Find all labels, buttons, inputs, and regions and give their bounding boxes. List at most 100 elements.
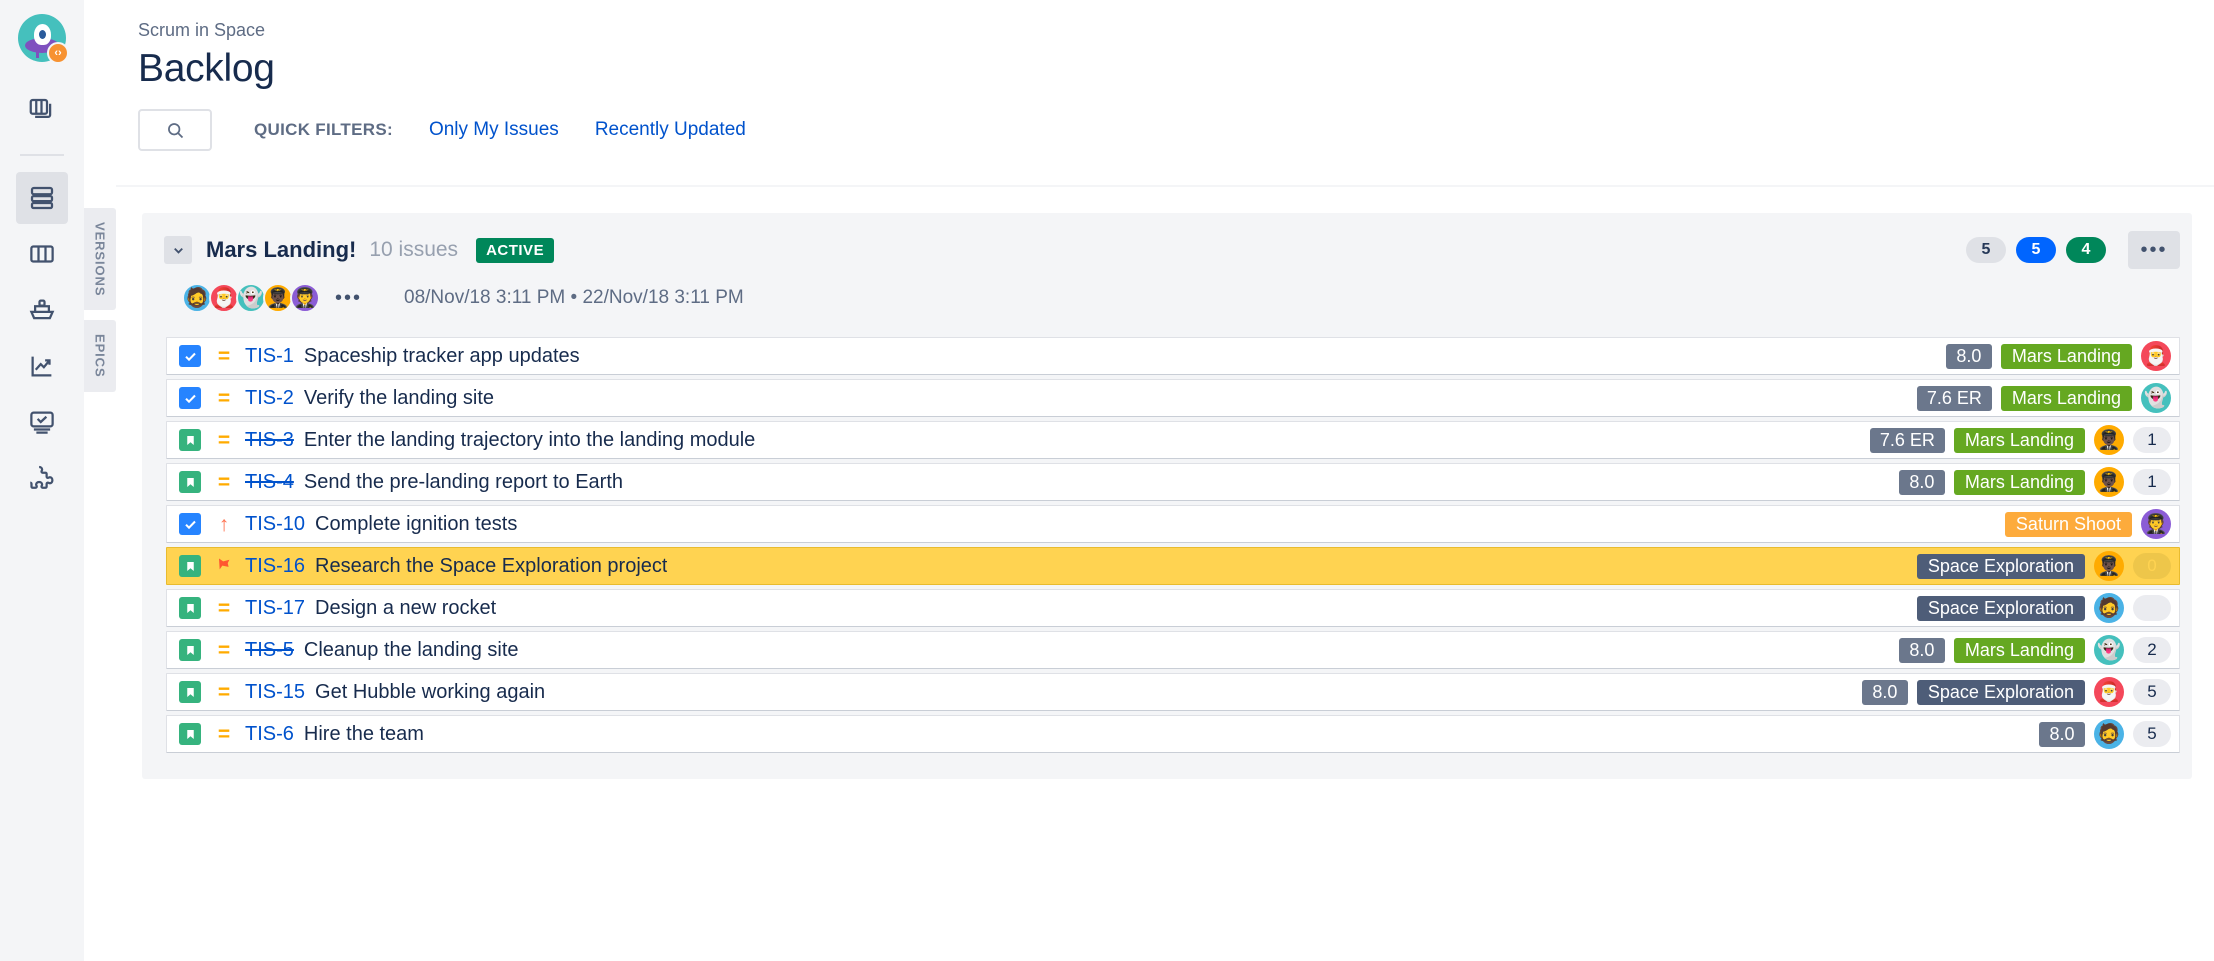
issue-row[interactable]: =TIS-6Hire the team8.0🧔5 bbox=[166, 715, 2180, 753]
issue-count-badge[interactable]: 0 bbox=[2133, 553, 2171, 579]
estimate-badge[interactable]: 8.0 bbox=[1862, 680, 1908, 705]
quick-filter-recently-updated[interactable]: Recently Updated bbox=[595, 119, 746, 141]
issue-key[interactable]: TIS-2 bbox=[245, 387, 294, 410]
scrum-in-space-logo[interactable]: ‹› bbox=[18, 14, 66, 62]
priority-indicator: = bbox=[213, 346, 235, 367]
issue-key[interactable]: TIS-15 bbox=[245, 681, 305, 704]
issue-row[interactable]: =TIS-17Design a new rocketSpace Explorat… bbox=[166, 589, 2180, 627]
logo-ufo-leg bbox=[36, 51, 39, 58]
epic-tag[interactable]: Mars Landing bbox=[1954, 428, 2085, 453]
pill-done[interactable]: 4 bbox=[2066, 237, 2106, 263]
releases-icon[interactable] bbox=[16, 284, 68, 336]
priority-indicator: = bbox=[213, 388, 235, 409]
estimate-badge[interactable]: 8.0 bbox=[2039, 722, 2085, 747]
sprint-actions-button[interactable]: ••• bbox=[2128, 231, 2180, 269]
story-bookmark-icon bbox=[179, 429, 201, 451]
priority-indicator: = bbox=[213, 640, 235, 661]
reports-icon[interactable] bbox=[16, 340, 68, 392]
estimate-badge[interactable]: 8.0 bbox=[1899, 470, 1945, 495]
quick-filters-label: QUICK FILTERS: bbox=[254, 120, 393, 140]
story-bookmark-icon bbox=[179, 597, 201, 619]
issue-key[interactable]: TIS-16 bbox=[245, 555, 305, 578]
issue-key[interactable]: TIS-6 bbox=[245, 723, 294, 746]
epic-tag[interactable]: Mars Landing bbox=[1954, 470, 2085, 495]
epic-tag[interactable]: Saturn Shoot bbox=[2005, 512, 2132, 537]
priority-medium-icon: = bbox=[218, 388, 230, 409]
issue-count-badge[interactable]: 2 bbox=[2133, 637, 2171, 663]
assignee-avatar[interactable]: 👻 bbox=[2141, 383, 2171, 413]
issue-row-meta: Saturn Shoot 🧑‍✈️ bbox=[1989, 509, 2171, 539]
priority-indicator bbox=[213, 556, 235, 576]
epic-tag[interactable]: Space Exploration bbox=[1917, 596, 2085, 621]
sprint-name: Mars Landing! bbox=[206, 237, 356, 263]
estimate-badge[interactable]: 8.0 bbox=[1946, 344, 1992, 369]
avatar[interactable]: 🧑‍✈️ bbox=[290, 283, 320, 313]
chevron-down-icon bbox=[171, 243, 186, 258]
avatar[interactable]: 🧔 bbox=[182, 283, 212, 313]
issue-key[interactable]: TIS-10 bbox=[245, 513, 305, 536]
assignee-avatar[interactable]: 🧔 bbox=[2094, 593, 2124, 623]
issue-count-badge[interactable]: 1 bbox=[2133, 427, 2171, 453]
issue-row[interactable]: TIS-16 Research the Space Exploration pro… bbox=[166, 547, 2180, 585]
issue-key[interactable]: TIS-17 bbox=[245, 597, 305, 620]
boards-icon[interactable] bbox=[16, 84, 68, 136]
issue-summary: Complete ignition tests bbox=[315, 513, 517, 536]
main-column: Scrum in Space Backlog QUICK FILTERS: On… bbox=[116, 0, 2214, 961]
issue-count-badge[interactable]: 5 bbox=[2133, 721, 2171, 747]
assignee-avatar[interactable]: 🎅 bbox=[2094, 677, 2124, 707]
issues-icon[interactable] bbox=[16, 396, 68, 448]
assignee-avatar[interactable]: 🧑‍✈️ bbox=[2141, 509, 2171, 539]
issue-key[interactable]: TIS-4 bbox=[245, 471, 294, 494]
assignee-avatar[interactable]: 👻 bbox=[2094, 635, 2124, 665]
issue-count-badge[interactable]: 0 bbox=[2133, 595, 2171, 621]
priority-medium-icon: = bbox=[218, 724, 230, 745]
pill-todo[interactable]: 5 bbox=[1966, 237, 2006, 263]
assignee-avatar[interactable]: 👨🏿‍✈️ bbox=[2094, 467, 2124, 497]
pill-in-progress[interactable]: 5 bbox=[2016, 237, 2056, 263]
tab-versions[interactable]: VERSIONS bbox=[84, 208, 116, 310]
quick-filter-only-my-issues[interactable]: Only My Issues bbox=[429, 119, 559, 141]
avatar[interactable]: 👻 bbox=[236, 283, 266, 313]
backlog-icon[interactable] bbox=[16, 172, 68, 224]
issue-row[interactable]: =TIS-2Verify the landing site7.6 ERMars … bbox=[166, 379, 2180, 417]
epic-tag[interactable]: Mars Landing bbox=[1954, 638, 2085, 663]
breadcrumb: Scrum in Space bbox=[138, 20, 2214, 41]
add-item-icon[interactable] bbox=[16, 452, 68, 504]
assignee-avatar[interactable]: 🧔 bbox=[2094, 719, 2124, 749]
sprint-dates: 08/Nov/18 3:11 PM • 22/Nov/18 3:11 PM bbox=[404, 287, 744, 309]
story-bookmark-icon bbox=[179, 639, 201, 661]
tab-epics[interactable]: EPICS bbox=[84, 320, 116, 392]
assignee-avatar[interactable]: 🎅 bbox=[2141, 341, 2171, 371]
epic-tag[interactable]: Space Exploration bbox=[1917, 554, 2085, 579]
priority-indicator: = bbox=[213, 682, 235, 703]
epic-tag[interactable]: Space Exploration bbox=[1917, 680, 2085, 705]
issue-row[interactable]: =TIS-15Get Hubble working again8.0Space … bbox=[166, 673, 2180, 711]
issue-row-meta: 7.6 ER Mars Landing 👻 bbox=[1901, 383, 2171, 413]
issue-count-badge[interactable]: 1 bbox=[2133, 469, 2171, 495]
avatar[interactable]: 👨🏿‍✈️ bbox=[263, 283, 293, 313]
issue-summary: Research the Space Exploration project bbox=[315, 555, 667, 578]
sprint-collapse-toggle[interactable] bbox=[164, 236, 192, 264]
issue-list: =TIS-1Spaceship tracker app updates8.0Ma… bbox=[142, 337, 2192, 753]
issue-row[interactable]: =TIS-4Send the pre-landing report to Ear… bbox=[166, 463, 2180, 501]
estimate-badge[interactable]: 8.0 bbox=[1899, 638, 1945, 663]
issue-key[interactable]: TIS-3 bbox=[245, 429, 294, 452]
issue-key[interactable]: TIS-1 bbox=[245, 345, 294, 368]
issue-key[interactable]: TIS-5 bbox=[245, 639, 294, 662]
assignee-avatar[interactable]: 👨🏿‍✈️ bbox=[2094, 425, 2124, 455]
logo-ufo-eye bbox=[39, 30, 46, 39]
estimate-badge[interactable]: 7.6 ER bbox=[1870, 428, 1945, 453]
issue-row[interactable]: =TIS-1Spaceship tracker app updates8.0Ma… bbox=[166, 337, 2180, 375]
assignee-avatar[interactable]: 👨🏿‍✈️ bbox=[2094, 551, 2124, 581]
avatar[interactable]: 🎅 bbox=[209, 283, 239, 313]
active-sprints-icon[interactable] bbox=[16, 228, 68, 280]
estimate-badge[interactable]: 7.6 ER bbox=[1917, 386, 1992, 411]
issue-row[interactable]: =TIS-3Enter the landing trajectory into … bbox=[166, 421, 2180, 459]
issue-count-badge[interactable]: 5 bbox=[2133, 679, 2171, 705]
epic-tag[interactable]: Mars Landing bbox=[2001, 344, 2132, 369]
issue-row[interactable]: =TIS-5Cleanup the landing site8.0Mars La… bbox=[166, 631, 2180, 669]
issue-row[interactable]: ↑TIS-10Complete ignition testsSaturn Sho… bbox=[166, 505, 2180, 543]
search-input[interactable] bbox=[138, 109, 212, 151]
epic-tag[interactable]: Mars Landing bbox=[2001, 386, 2132, 411]
priority-medium-icon: = bbox=[218, 346, 230, 367]
